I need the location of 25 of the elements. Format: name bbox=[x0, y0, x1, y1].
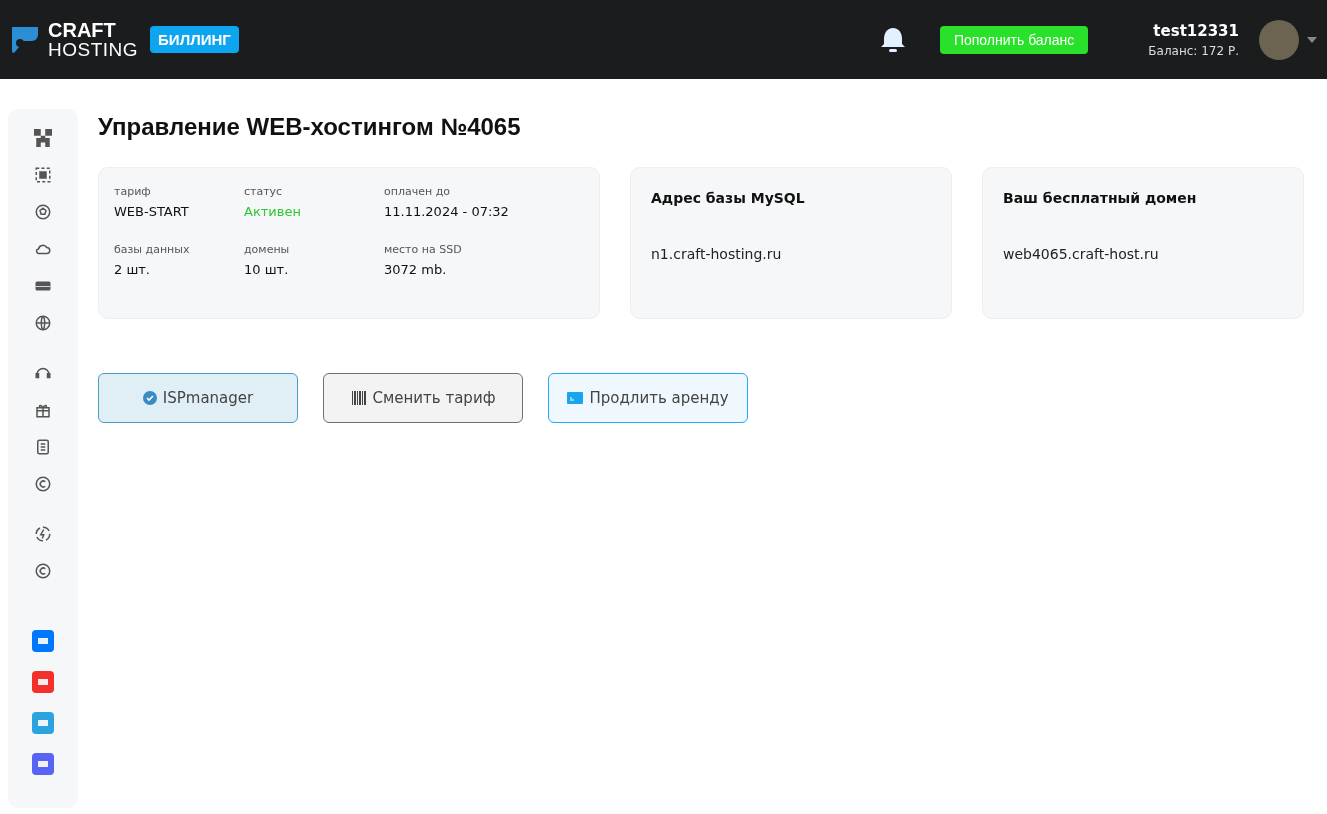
username: test12331 bbox=[1153, 21, 1239, 40]
info-value: 3072 mb. bbox=[384, 262, 448, 277]
card-title: Ваш бесплатный домен bbox=[1003, 190, 1198, 206]
info-label: базы данных bbox=[114, 243, 191, 256]
info-value: 11.11.2024 - 07:32 bbox=[384, 204, 510, 219]
balance-text: Баланс: 172 Р. bbox=[1148, 43, 1239, 58]
info-label: домены bbox=[244, 243, 291, 256]
action-button[interactable]: Сменить тариф bbox=[323, 373, 523, 423]
info-value: WEB-START bbox=[114, 204, 190, 219]
action-button[interactable]: ISPmanager bbox=[98, 373, 298, 423]
logo-text: HOSTING bbox=[48, 39, 139, 59]
info-value: 2 шт. bbox=[114, 262, 151, 277]
page-title: Управление WEB-хостингом №4065 bbox=[98, 113, 522, 141]
card-value: n1.craft-hosting.ru bbox=[651, 246, 783, 262]
info-label: тариф bbox=[114, 185, 152, 198]
info-label: статус bbox=[244, 185, 284, 198]
card-title: Адрес базы MySQL bbox=[651, 190, 806, 206]
action-button[interactable]: Продлить аренду bbox=[548, 373, 748, 423]
logo-text: CRAFT bbox=[48, 20, 117, 40]
info-label: оплачен до bbox=[384, 185, 451, 198]
info-value: 10 шт. bbox=[244, 262, 290, 277]
card-value: web4065.craft-host.ru bbox=[1003, 246, 1160, 262]
status-text: Активен bbox=[244, 204, 302, 219]
info-label: место на SSD bbox=[384, 243, 463, 256]
billing-badge: БИЛЛИНГ bbox=[150, 26, 239, 53]
